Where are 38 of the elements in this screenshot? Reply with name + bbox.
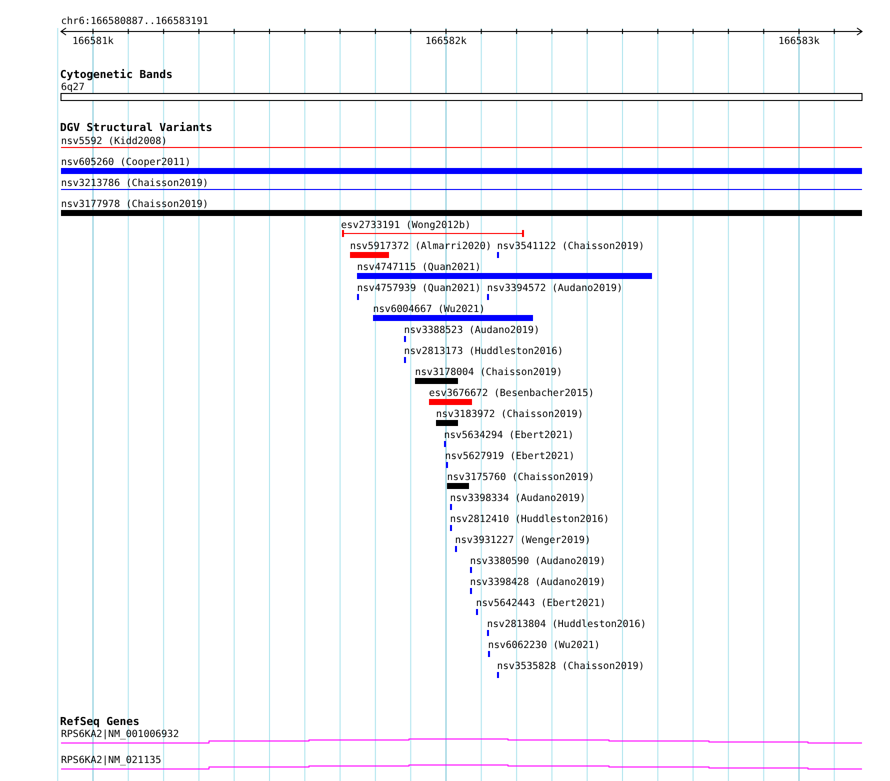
feature-label: nsv5642443 (Ebert2021) xyxy=(476,598,606,609)
feature-label: nsv3388523 (Audano2019) xyxy=(404,325,540,336)
feature-label: nsv2813804 (Huddleston2016) xyxy=(487,619,646,630)
feature-label: nsv3541122 (Chaisson2019) xyxy=(497,241,644,252)
feature-label: nsv4747115 (Quan2021) xyxy=(357,262,481,273)
feature-label: nsv3183972 (Chaisson2019) xyxy=(436,409,584,420)
feature-label: nsv5627919 (Ebert2021) xyxy=(445,451,575,462)
feature-label: nsv6004667 (Wu2021) xyxy=(373,304,486,315)
feature-label: nsv2812410 (Huddleston2016) xyxy=(450,514,610,525)
feature-label: nsv3398428 (Audano2019) xyxy=(470,577,606,588)
feature-label: nsv6062230 (Wu2021) xyxy=(488,640,600,651)
feature-label: nsv3931227 (Wenger2019) xyxy=(455,535,591,546)
feature-label: esv3676672 (Besenbacher2015) xyxy=(429,388,594,399)
feature-label: RPS6KA2|NM_021135 xyxy=(61,755,162,766)
tick-label: 166581k xyxy=(72,36,114,47)
feature-label: nsv3394572 (Audano2019) xyxy=(487,283,623,294)
feature-label: esv2733191 (Wong2012b) xyxy=(341,220,471,231)
feature-label: nsv3178004 (Chaisson2019) xyxy=(415,367,562,378)
track-title: DGV Structural Variants xyxy=(60,121,212,134)
feature-label: nsv5592 (Kidd2008) xyxy=(61,136,168,147)
feature-label: nsv3175760 (Chaisson2019) xyxy=(447,472,594,483)
feature-label: nsv3398334 (Audano2019) xyxy=(450,493,586,504)
feature-label: nsv605260 (Cooper2011) xyxy=(61,157,191,168)
feature-label: nsv5917372 (Almarri2020) xyxy=(350,241,492,252)
feature-label: RPS6KA2|NM_001006932 xyxy=(61,729,179,740)
feature-label: 6q27 xyxy=(61,82,85,93)
feature-label: nsv3213786 (Chaisson2019) xyxy=(61,178,208,189)
feature-label: nsv4757939 (Quan2021) xyxy=(357,283,481,294)
feature-label: nsv3380590 (Audano2019) xyxy=(470,556,606,567)
location-label: chr6:166580887..166583191 xyxy=(61,16,208,27)
track-title: Cytogenetic Bands xyxy=(60,68,173,81)
feature-label: nsv3535828 (Chaisson2019) xyxy=(497,661,644,672)
track-title: RefSeq Genes xyxy=(60,715,140,728)
tick-label: 166583k xyxy=(778,36,820,47)
feature-label: nsv3177978 (Chaisson2019) xyxy=(61,199,208,210)
feature-label: nsv5634294 (Ebert2021) xyxy=(444,430,574,441)
tick-label: 166582k xyxy=(425,36,467,47)
feature-label: nsv2813173 (Huddleston2016) xyxy=(404,346,564,357)
